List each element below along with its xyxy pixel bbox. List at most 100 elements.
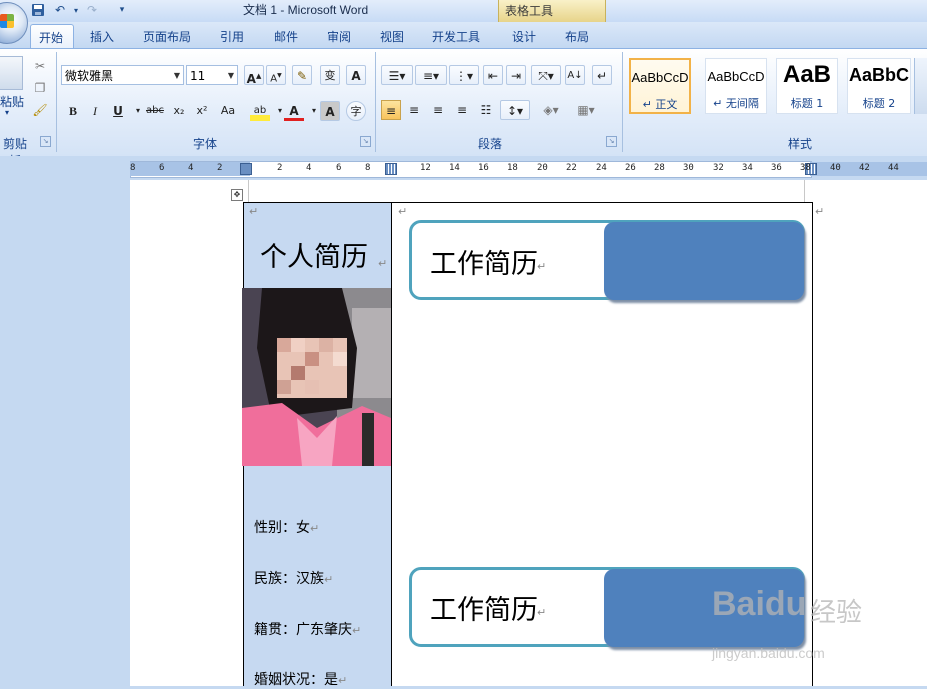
chevron-down-icon[interactable]: ▼ <box>174 66 180 86</box>
tab-developer[interactable]: 开发工具 <box>432 28 480 45</box>
tab-review[interactable]: 审阅 <box>327 28 351 45</box>
style-normal[interactable]: AaBbCcD ↵ 正文 <box>629 58 691 114</box>
paragraph-launcher-icon[interactable]: ↘ <box>606 136 617 147</box>
ruler-tick: 22 <box>566 163 577 173</box>
bullets-button[interactable]: ☰▾ <box>381 65 413 85</box>
italic-button[interactable]: I <box>85 101 105 121</box>
table-move-handle-icon[interactable]: ✥ <box>231 189 243 201</box>
shading-button[interactable]: ◈▾ <box>536 100 566 120</box>
distributed-icon[interactable]: ☷ <box>476 100 496 120</box>
borders-button[interactable]: ▦▾ <box>570 100 602 120</box>
ruler-tick: 34 <box>742 163 753 173</box>
style-sample: AaBbCcD <box>707 69 765 84</box>
ruler-tick: 4 <box>188 163 194 173</box>
strikethrough-button[interactable]: abc <box>143 101 167 121</box>
ruler-tick: 6 <box>336 163 342 173</box>
margin-guide <box>248 180 249 202</box>
paragraph-mark: ↵ <box>537 260 547 273</box>
shrink-font-button[interactable]: A▼ <box>266 65 286 85</box>
portrait-photo[interactable] <box>242 288 391 466</box>
ruler-tick: 18 <box>507 163 518 173</box>
font-group-label: 字体 <box>192 137 217 151</box>
paragraph-mark: ↵ <box>352 624 362 637</box>
ruler-tick: 42 <box>859 163 870 173</box>
paragraph-mark: ↵ <box>815 205 825 218</box>
paste-icon[interactable] <box>0 56 23 90</box>
phonetic-guide-button[interactable]: 变 <box>320 65 340 85</box>
undo-icon[interactable]: ↶ <box>52 3 68 18</box>
table-tools-label: 表格工具 <box>505 4 554 18</box>
tab-insert[interactable]: 插入 <box>90 28 114 45</box>
show-marks-icon[interactable]: ↵ <box>592 65 612 85</box>
redo-icon[interactable]: ↷ <box>84 3 100 18</box>
bold-button[interactable]: B <box>63 101 83 121</box>
font-launcher-icon[interactable]: ↘ <box>360 136 371 147</box>
align-center-icon[interactable]: ≡ <box>404 100 424 120</box>
font-color-button[interactable]: A <box>284 101 304 121</box>
justify-icon[interactable]: ≡ <box>452 100 472 120</box>
chevron-down-icon[interactable]: ▼ <box>228 66 234 86</box>
multilevel-list-button[interactable]: ⋮▾ <box>449 65 479 85</box>
tab-references[interactable]: 引用 <box>220 28 244 45</box>
align-right-icon[interactable]: ≡ <box>428 100 448 120</box>
font-name-combo[interactable]: 微软雅黑 ▼ <box>61 65 184 85</box>
save-icon[interactable] <box>30 3 46 18</box>
tab-view[interactable]: 视图 <box>380 28 404 45</box>
left-rail <box>0 180 130 686</box>
style-heading-1[interactable]: AaB 标题 1 <box>776 58 838 114</box>
section-title: 工作简历 <box>430 249 538 280</box>
window-title: 文档 1 - Microsoft Word <box>243 3 369 17</box>
ruler-tick: 44 <box>888 163 899 173</box>
cut-icon[interactable]: ✂ <box>30 56 50 76</box>
ruler-tick: 32 <box>713 163 724 173</box>
style-heading-2[interactable]: AaBbC 标题 2 <box>847 58 911 114</box>
ruler-tick: 40 <box>830 163 841 173</box>
align-left-icon[interactable]: ≡ <box>381 100 401 120</box>
clear-format-icon[interactable]: ✎ <box>292 65 312 85</box>
superscript-button[interactable]: x² <box>192 101 212 121</box>
enclose-chars-button[interactable]: 字 <box>346 101 366 121</box>
numbering-button[interactable]: ≡▾ <box>415 65 447 85</box>
clipboard-launcher-icon[interactable]: ↘ <box>40 136 51 147</box>
tab-layout[interactable]: 布局 <box>565 28 589 45</box>
style-sample: AaB <box>782 61 831 88</box>
paste-label[interactable]: 粘贴 <box>0 93 24 110</box>
paste-dropdown-icon[interactable]: ▾ <box>5 108 9 117</box>
title-bar <box>0 0 927 23</box>
underline-button[interactable]: U <box>108 101 128 121</box>
grow-font-button[interactable]: A▲ <box>244 65 264 86</box>
styles-scroll[interactable] <box>914 58 927 114</box>
tab-mailings[interactable]: 邮件 <box>274 28 298 45</box>
column-marker[interactable] <box>385 163 397 175</box>
increase-indent-icon[interactable]: ⇥ <box>506 65 526 85</box>
baidu-watermark-url: jingyan.baidu.com <box>712 645 825 661</box>
customize-qat-icon[interactable]: ▾ <box>114 3 130 18</box>
line-spacing-button[interactable]: ↕▾ <box>500 100 530 120</box>
change-case-button[interactable]: Aa <box>216 101 240 121</box>
left-indent-marker[interactable] <box>240 163 252 175</box>
sort-icon[interactable]: A↓ <box>565 65 585 85</box>
format-painter-icon[interactable]: 🖌 <box>30 100 50 120</box>
grow-font-label: A <box>246 72 256 86</box>
info-text: 籍贯：广东肇庆 <box>254 622 352 638</box>
office-logo-icon <box>0 14 14 28</box>
tab-page-layout[interactable]: 页面布局 <box>143 28 191 45</box>
asian-layout-button[interactable]: ⤧▾ <box>531 65 561 85</box>
ruler-tick: 20 <box>537 163 548 173</box>
paragraph-mark: ↵ <box>324 573 334 586</box>
highlight-button[interactable]: ab <box>250 101 270 121</box>
style-no-spacing[interactable]: AaBbCcD ↵ 无间隔 <box>705 58 767 114</box>
font-size-combo[interactable]: 11 ▼ <box>186 65 238 85</box>
char-shading-button[interactable]: A <box>320 101 340 121</box>
paragraph-mark: ↵ <box>378 257 388 270</box>
char-border-button[interactable]: A <box>346 65 366 85</box>
group-divider <box>375 52 376 152</box>
tab-design[interactable]: 设计 <box>512 28 536 45</box>
tab-home[interactable]: 开始 <box>30 24 74 49</box>
baidu-watermark-logo: Baidu <box>712 585 807 623</box>
section-header-fill[interactable] <box>604 222 804 300</box>
undo-dropdown-icon[interactable]: ▾ <box>68 3 84 18</box>
decrease-indent-icon[interactable]: ⇤ <box>483 65 503 85</box>
copy-icon[interactable]: ❐ <box>30 78 50 98</box>
subscript-button[interactable]: x₂ <box>169 101 189 121</box>
